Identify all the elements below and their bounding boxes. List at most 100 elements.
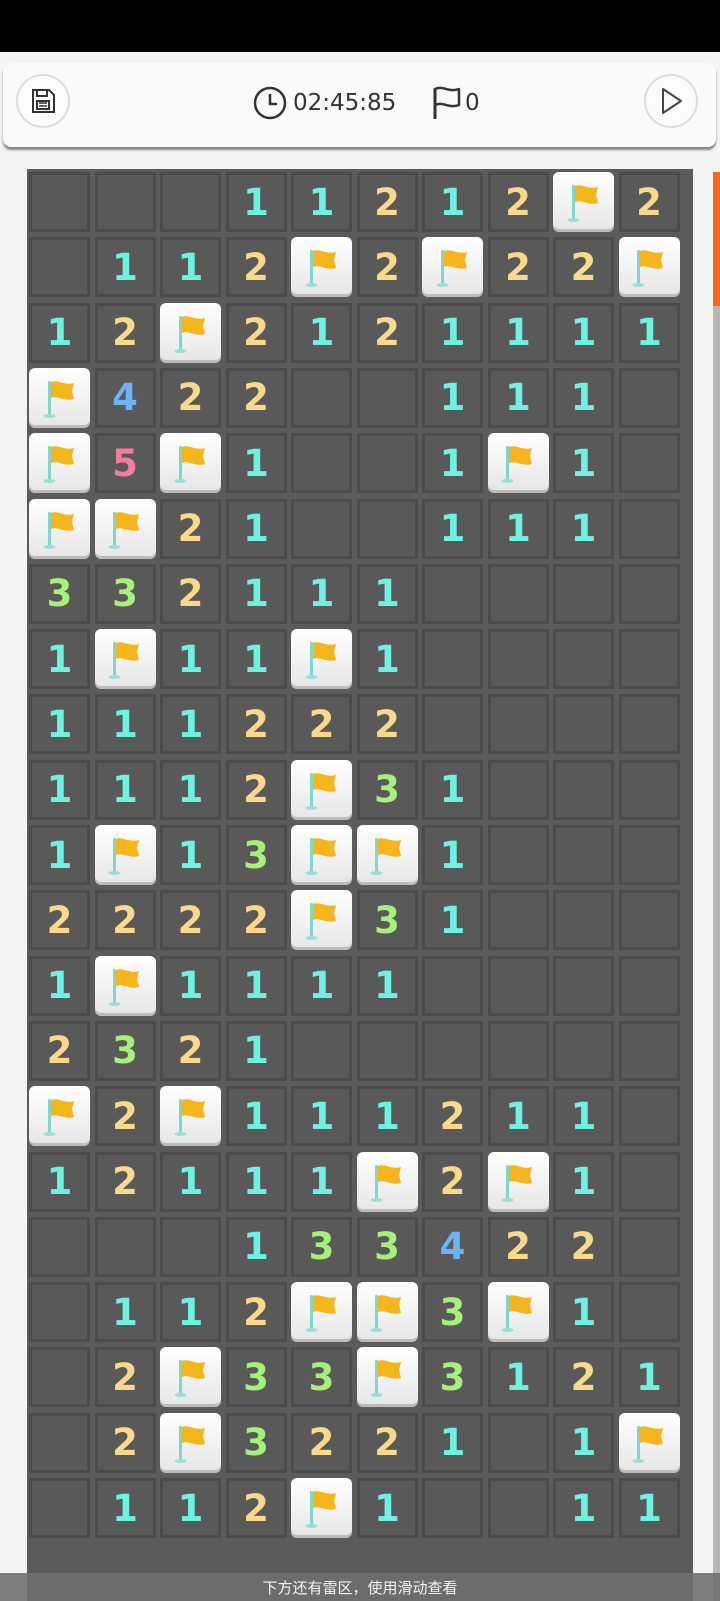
empty-cell[interactable] bbox=[618, 955, 680, 1016]
number-cell[interactable]: 1 bbox=[422, 302, 483, 363]
empty-cell[interactable] bbox=[94, 1216, 156, 1277]
number-cell[interactable]: 2 bbox=[225, 1478, 287, 1538]
flagged-cell[interactable] bbox=[487, 1151, 549, 1212]
number-cell[interactable]: 1 bbox=[422, 1412, 483, 1473]
empty-cell[interactable] bbox=[618, 1151, 680, 1212]
empty-cell[interactable] bbox=[356, 498, 418, 559]
empty-cell[interactable] bbox=[487, 563, 549, 624]
number-cell[interactable]: 1 bbox=[553, 498, 614, 559]
number-cell[interactable]: 1 bbox=[487, 1347, 549, 1408]
empty-cell[interactable] bbox=[553, 759, 614, 820]
flagged-cell[interactable] bbox=[291, 237, 352, 298]
number-cell[interactable]: 1 bbox=[422, 367, 483, 428]
number-cell[interactable]: 4 bbox=[422, 1216, 483, 1277]
number-cell[interactable]: 1 bbox=[487, 367, 549, 428]
number-cell[interactable]: 2 bbox=[29, 1020, 90, 1081]
number-cell[interactable]: 2 bbox=[553, 1347, 614, 1408]
number-cell[interactable]: 1 bbox=[160, 955, 221, 1016]
number-cell[interactable]: 1 bbox=[553, 1412, 614, 1473]
empty-cell[interactable] bbox=[29, 1478, 90, 1538]
number-cell[interactable]: 2 bbox=[356, 302, 418, 363]
empty-cell[interactable] bbox=[29, 172, 90, 232]
number-cell[interactable]: 1 bbox=[291, 1151, 352, 1212]
number-cell[interactable]: 1 bbox=[553, 433, 614, 494]
number-cell[interactable]: 1 bbox=[29, 825, 90, 885]
flagged-cell[interactable] bbox=[94, 498, 156, 559]
number-cell[interactable]: 1 bbox=[94, 1478, 156, 1538]
number-cell[interactable]: 1 bbox=[225, 629, 287, 690]
number-cell[interactable]: 1 bbox=[225, 1216, 287, 1277]
number-cell[interactable]: 1 bbox=[553, 1478, 614, 1538]
number-cell[interactable]: 1 bbox=[29, 629, 90, 690]
number-cell[interactable]: 2 bbox=[94, 890, 156, 951]
number-cell[interactable]: 1 bbox=[291, 302, 352, 363]
empty-cell[interactable] bbox=[487, 1478, 549, 1538]
number-cell[interactable]: 2 bbox=[94, 302, 156, 363]
number-cell[interactable]: 2 bbox=[94, 1151, 156, 1212]
empty-cell[interactable] bbox=[487, 1020, 549, 1081]
number-cell[interactable]: 1 bbox=[29, 302, 90, 363]
flagged-cell[interactable] bbox=[29, 498, 90, 559]
empty-cell[interactable] bbox=[618, 1020, 680, 1081]
number-cell[interactable]: 2 bbox=[422, 1151, 483, 1212]
empty-cell[interactable] bbox=[618, 563, 680, 624]
number-cell[interactable]: 1 bbox=[356, 1478, 418, 1538]
number-cell[interactable]: 1 bbox=[553, 302, 614, 363]
number-cell[interactable]: 1 bbox=[29, 759, 90, 820]
empty-cell[interactable] bbox=[29, 237, 90, 298]
number-cell[interactable]: 2 bbox=[225, 890, 287, 951]
number-cell[interactable]: 1 bbox=[225, 498, 287, 559]
number-cell[interactable]: 1 bbox=[160, 759, 221, 820]
flagged-cell[interactable] bbox=[94, 955, 156, 1016]
play-button[interactable] bbox=[644, 74, 698, 128]
empty-cell[interactable] bbox=[29, 1216, 90, 1277]
number-cell[interactable]: 1 bbox=[160, 694, 221, 755]
number-cell[interactable]: 1 bbox=[94, 1282, 156, 1343]
number-cell[interactable]: 1 bbox=[356, 563, 418, 624]
empty-cell[interactable] bbox=[422, 955, 483, 1016]
empty-cell[interactable] bbox=[422, 1478, 483, 1538]
number-cell[interactable]: 2 bbox=[160, 367, 221, 428]
empty-cell[interactable] bbox=[487, 955, 549, 1016]
number-cell[interactable]: 1 bbox=[553, 367, 614, 428]
number-cell[interactable]: 2 bbox=[291, 694, 352, 755]
empty-cell[interactable] bbox=[160, 1216, 221, 1277]
number-cell[interactable]: 1 bbox=[225, 955, 287, 1016]
empty-cell[interactable] bbox=[553, 1020, 614, 1081]
number-cell[interactable]: 2 bbox=[487, 172, 549, 232]
flagged-cell[interactable] bbox=[356, 1282, 418, 1343]
empty-cell[interactable] bbox=[29, 1347, 90, 1408]
empty-cell[interactable] bbox=[618, 1086, 680, 1147]
flagged-cell[interactable] bbox=[94, 825, 156, 885]
number-cell[interactable]: 1 bbox=[356, 955, 418, 1016]
empty-cell[interactable] bbox=[618, 890, 680, 951]
number-cell[interactable]: 1 bbox=[225, 433, 287, 494]
number-cell[interactable]: 3 bbox=[356, 1216, 418, 1277]
empty-cell[interactable] bbox=[553, 694, 614, 755]
number-cell[interactable]: 1 bbox=[291, 172, 352, 232]
empty-cell[interactable] bbox=[487, 694, 549, 755]
number-cell[interactable]: 1 bbox=[553, 1282, 614, 1343]
flagged-cell[interactable] bbox=[291, 629, 352, 690]
number-cell[interactable]: 2 bbox=[487, 237, 549, 298]
empty-cell[interactable] bbox=[487, 759, 549, 820]
number-cell[interactable]: 2 bbox=[225, 237, 287, 298]
number-cell[interactable]: 1 bbox=[160, 825, 221, 885]
number-cell[interactable]: 3 bbox=[356, 759, 418, 820]
flagged-cell[interactable] bbox=[291, 1478, 352, 1538]
empty-cell[interactable] bbox=[291, 433, 352, 494]
number-cell[interactable]: 1 bbox=[160, 1282, 221, 1343]
number-cell[interactable]: 3 bbox=[29, 563, 90, 624]
number-cell[interactable]: 1 bbox=[94, 237, 156, 298]
number-cell[interactable]: 1 bbox=[422, 890, 483, 951]
number-cell[interactable]: 1 bbox=[618, 302, 680, 363]
number-cell[interactable]: 1 bbox=[422, 433, 483, 494]
number-cell[interactable]: 1 bbox=[618, 1347, 680, 1408]
number-cell[interactable]: 2 bbox=[356, 1412, 418, 1473]
flagged-cell[interactable] bbox=[291, 825, 352, 885]
number-cell[interactable]: 2 bbox=[225, 694, 287, 755]
number-cell[interactable]: 1 bbox=[29, 955, 90, 1016]
flagged-cell[interactable] bbox=[160, 1347, 221, 1408]
number-cell[interactable]: 2 bbox=[160, 563, 221, 624]
flagged-cell[interactable] bbox=[160, 1086, 221, 1147]
